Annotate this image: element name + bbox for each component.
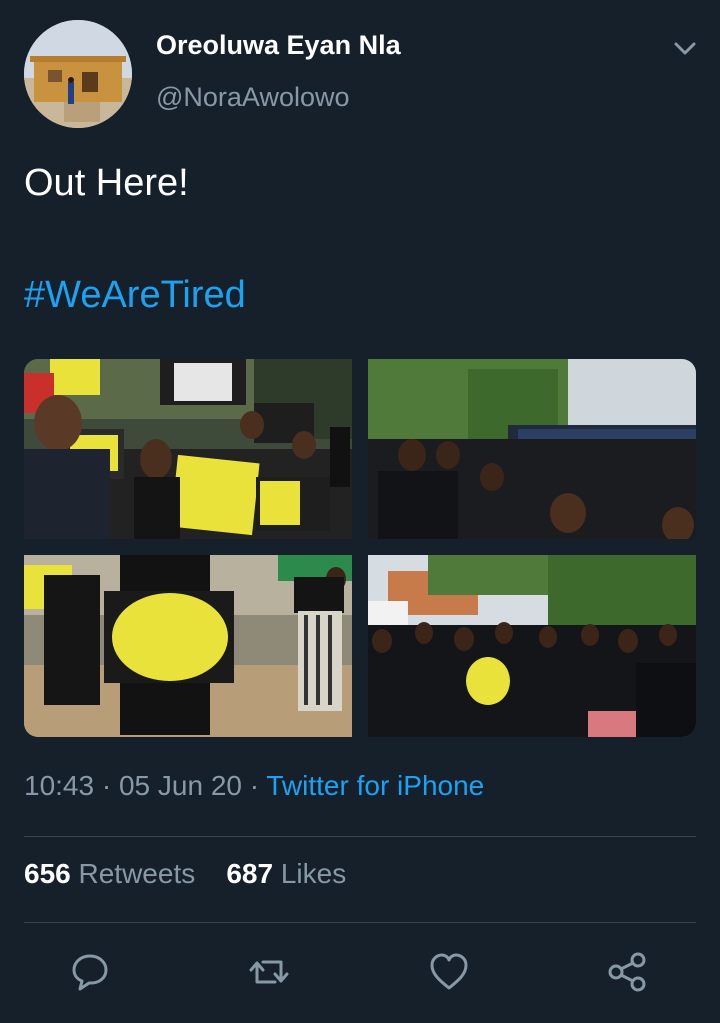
chevron-down-icon[interactable] [670,36,700,62]
media-grid [24,359,696,737]
tweet-time: 10:43 [24,770,95,801]
share-icon[interactable] [606,950,650,994]
retweet-icon[interactable] [247,950,291,994]
retweets-stat[interactable]: 656 Retweets [24,858,195,889]
tweet-date: 05 Jun 20 [118,770,242,801]
meta-separator: · [249,770,260,801]
avatar[interactable] [24,20,132,128]
reply-icon[interactable] [68,950,112,994]
photo-2[interactable] [368,359,696,539]
user-handle[interactable]: @NoraAwolowo [156,82,350,113]
like-icon[interactable] [427,950,471,994]
likes-stat[interactable]: 687 Likes [226,858,346,889]
retweets-count: 656 [24,858,71,889]
divider [24,836,696,837]
meta-separator: · [101,770,112,801]
tweet-text: Out Here! [24,162,189,204]
display-name[interactable]: Oreoluwa Eyan Nla [156,30,401,61]
hashtag-link[interactable]: #WeAreTired [24,274,246,317]
photo-4[interactable] [368,555,696,737]
tweet-source-link[interactable]: Twitter for iPhone [266,770,484,801]
tweet-stats: 656 Retweets 687 Likes [24,858,346,890]
likes-count: 687 [226,858,274,889]
retweets-label: Retweets [78,858,196,889]
photo-1[interactable] [24,359,352,539]
photo-3[interactable] [24,555,352,737]
tweet-timestamp: 10:43 · 05 Jun 20 · Twitter for iPhone [24,770,484,802]
divider [24,922,696,923]
likes-label: Likes [280,858,347,889]
